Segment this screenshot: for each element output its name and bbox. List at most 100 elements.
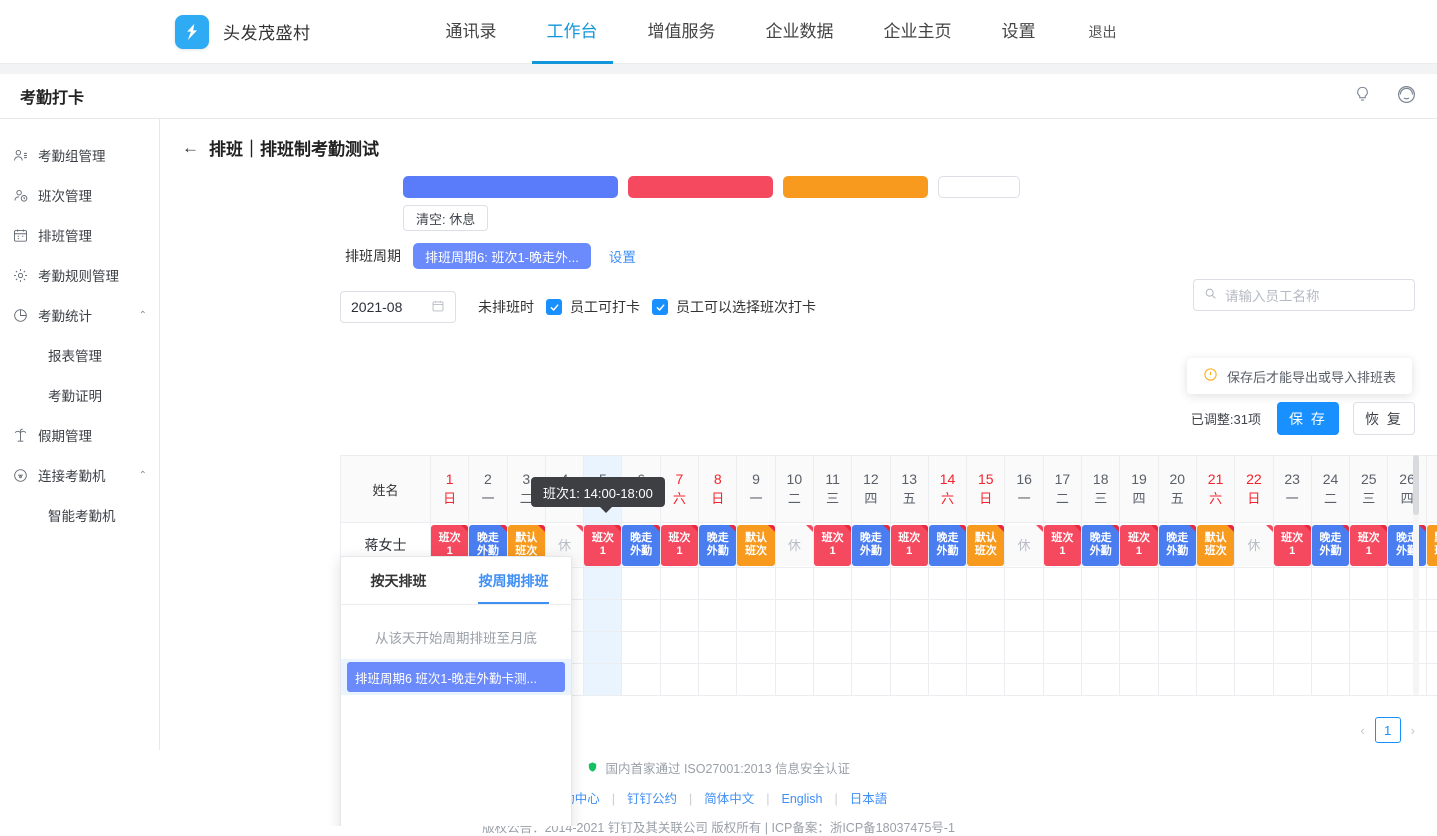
nav-item-contacts[interactable]: 通讯录: [421, 0, 522, 64]
back-arrow-icon[interactable]: ←: [182, 138, 199, 158]
footer-link-english[interactable]: English: [782, 792, 823, 806]
shift-tag[interactable]: 晚走外勤: [1159, 525, 1196, 566]
shift-tag[interactable]: 班次1: [1044, 525, 1081, 566]
shift-cell-24[interactable]: 晚走外勤: [1311, 523, 1349, 568]
pagination-page-1[interactable]: 1: [1375, 717, 1401, 743]
clear-rest-button[interactable]: 清空: 休息: [403, 205, 488, 231]
shift-tag[interactable]: 默认班次: [1427, 525, 1437, 566]
chevron-up-icon[interactable]: ⌃: [139, 310, 147, 321]
shift-tag[interactable]: 班次1: [891, 525, 928, 566]
shift-cell-5[interactable]: 班次1: [584, 523, 622, 568]
shift-tag[interactable]: 晚走外勤: [852, 525, 889, 566]
footer-link-chinese[interactable]: 简体中文: [704, 792, 754, 806]
shift-chip-outline[interactable]: [938, 176, 1020, 198]
shift-cell-22[interactable]: 休: [1235, 523, 1273, 568]
shift-tag[interactable]: 晚走外勤: [622, 525, 659, 566]
shift-cell-14[interactable]: 晚走外勤: [928, 523, 966, 568]
popup-option-cycle6[interactable]: 排班周期6 班次1-晚走外勤卡测...: [347, 662, 565, 692]
pagination-next-icon[interactable]: ›: [1411, 723, 1415, 738]
shift-tag[interactable]: 晚走外勤: [1082, 525, 1119, 566]
nav-item-logout[interactable]: 退出: [1061, 0, 1145, 64]
brand[interactable]: 头发茂盛村: [175, 15, 311, 49]
shift-cell-27[interactable]: 默认班次: [1426, 523, 1437, 568]
shift-cell-17[interactable]: 班次1: [1043, 523, 1081, 568]
cycle-value-chip[interactable]: 排班周期6: 班次1-晚走外...: [413, 243, 591, 269]
shift-cell-12[interactable]: 晚走外勤: [852, 523, 890, 568]
shift-tag[interactable]: 默认班次: [1197, 525, 1234, 566]
restore-button[interactable]: 恢 复: [1353, 402, 1415, 435]
sidebar-item-report-management[interactable]: 报表管理: [0, 335, 159, 375]
sidebar-item-smart-device[interactable]: 智能考勤机: [0, 495, 159, 535]
shift-tag[interactable]: 晚走外勤: [699, 525, 736, 566]
shift-cell-23[interactable]: 班次1: [1273, 523, 1311, 568]
schedule-header-row: 姓名 1日2一3二4三5四6五7六8日9一10二11三12四13五14六15日1…: [341, 456, 1437, 523]
nav-item-value-added[interactable]: 增值服务: [623, 0, 741, 64]
nav-item-settings[interactable]: 设置: [977, 0, 1061, 64]
shift-tag[interactable]: 班次1: [1274, 525, 1311, 566]
nav-item-enterprise-home[interactable]: 企业主页: [859, 0, 977, 64]
shift-cell-19[interactable]: 班次1: [1120, 523, 1158, 568]
shift-tag[interactable]: 班次1: [1120, 525, 1157, 566]
shift-cell-9[interactable]: 默认班次: [737, 523, 775, 568]
cycle-settings-link[interactable]: 设置: [609, 246, 636, 266]
month-picker[interactable]: 2021-08: [340, 291, 456, 323]
bulb-icon[interactable]: [1353, 85, 1372, 107]
sidebar-item-attendance-certificate[interactable]: 考勤证明: [0, 375, 159, 415]
shift-tag[interactable]: 班次1: [1350, 525, 1387, 566]
shift-tag[interactable]: 默认班次: [967, 525, 1004, 566]
shift-tag[interactable]: 晚走外勤: [1312, 525, 1349, 566]
nav-item-enterprise-data[interactable]: 企业数据: [741, 0, 859, 64]
save-button[interactable]: 保 存: [1277, 402, 1339, 435]
sidebar-item-connect-device[interactable]: 连接考勤机 ⌃: [0, 455, 159, 495]
sidebar-item-schedule-management[interactable]: 排班管理: [0, 215, 159, 255]
footer-link-convention[interactable]: 钉钉公约: [627, 792, 677, 806]
shift-tag[interactable]: 休: [1005, 525, 1042, 566]
shift-tag[interactable]: 默认班次: [737, 525, 774, 566]
sidebar-item-attendance-group[interactable]: 考勤组管理: [0, 135, 159, 175]
shift-tag[interactable]: 班次1: [661, 525, 698, 566]
warning-icon: [1203, 367, 1218, 385]
shift-tag[interactable]: 休: [776, 525, 813, 566]
checkbox-employee-can-select-shift[interactable]: [652, 299, 668, 315]
shift-cell-16[interactable]: 休: [1005, 523, 1043, 568]
headset-support-icon[interactable]: [1396, 84, 1417, 108]
empty-cell: [1273, 632, 1311, 664]
empty-cell: [928, 632, 966, 664]
shift-cell-21[interactable]: 默认班次: [1196, 523, 1234, 568]
footer-link-japanese[interactable]: 日本語: [850, 792, 888, 806]
shift-cell-6[interactable]: 晚走外勤: [622, 523, 660, 568]
shift-tag[interactable]: 晚走外勤: [929, 525, 966, 566]
shift-cell-10[interactable]: 休: [775, 523, 813, 568]
shift-cell-13[interactable]: 班次1: [890, 523, 928, 568]
shift-cell-7[interactable]: 班次1: [660, 523, 698, 568]
tab-by-cycle[interactable]: 按周期排班: [456, 557, 571, 604]
nav-item-workbench[interactable]: 工作台: [522, 0, 623, 64]
popup-tabs: 按天排班 按周期排班: [341, 557, 571, 605]
employee-search-input[interactable]: 请输入员工名称: [1193, 279, 1415, 311]
shift-tag[interactable]: 晚走外勤: [1388, 525, 1425, 566]
tab-by-day[interactable]: 按天排班: [341, 557, 456, 604]
shift-chip-blue[interactable]: [403, 176, 618, 198]
sidebar-item-attendance-statistics[interactable]: 考勤统计 ⌃: [0, 295, 159, 335]
shift-cell-15[interactable]: 默认班次: [967, 523, 1005, 568]
shift-cell-8[interactable]: 晚走外勤: [699, 523, 737, 568]
shift-cell-25[interactable]: 班次1: [1350, 523, 1388, 568]
shift-tag[interactable]: 班次1: [814, 525, 851, 566]
table-vertical-scrollbar[interactable]: [1413, 455, 1419, 695]
day-weekday: 四: [852, 489, 889, 509]
sidebar-item-holiday-management[interactable]: 假期管理: [0, 415, 159, 455]
shift-cell-20[interactable]: 晚走外勤: [1158, 523, 1196, 568]
shift-tag[interactable]: 班次1: [584, 525, 621, 566]
shift-chip-red[interactable]: [628, 176, 773, 198]
chevron-up-icon[interactable]: ⌃: [139, 470, 147, 481]
pagination-prev-icon[interactable]: ‹: [1360, 723, 1364, 738]
shift-cell-26[interactable]: 晚走外勤: [1388, 523, 1426, 568]
shift-cell-18[interactable]: 晚走外勤: [1082, 523, 1120, 568]
checkbox-employee-can-punch[interactable]: [546, 299, 562, 315]
shift-tag[interactable]: 休: [1235, 525, 1272, 566]
shift-cell-11[interactable]: 班次1: [813, 523, 851, 568]
empty-cell: [1082, 568, 1120, 600]
sidebar-item-attendance-rules[interactable]: 考勤规则管理: [0, 255, 159, 295]
shift-chip-orange[interactable]: [783, 176, 928, 198]
sidebar-item-shift-management[interactable]: 班次管理: [0, 175, 159, 215]
